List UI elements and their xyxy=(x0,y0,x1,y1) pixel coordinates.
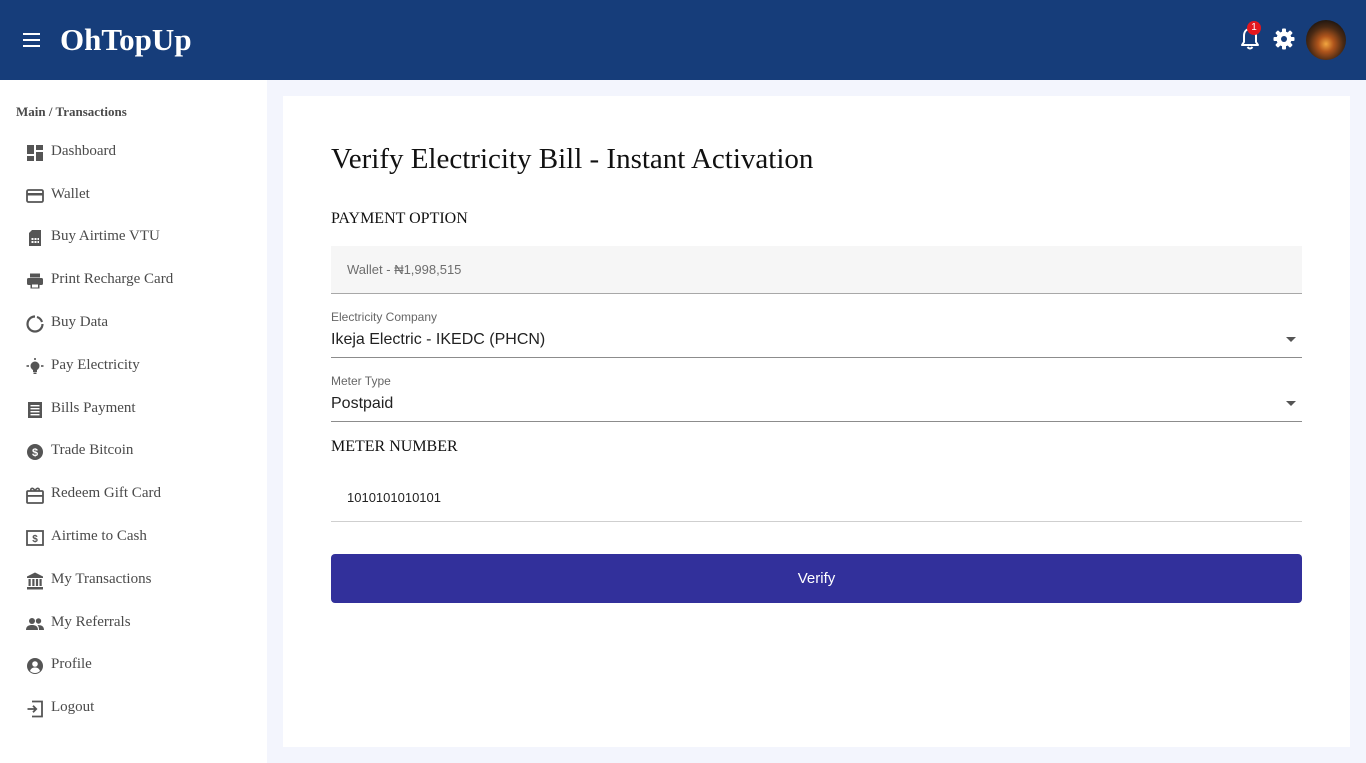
sidebar-item-airtime-to-cash[interactable]: $ Airtime to Cash xyxy=(16,520,256,556)
caret-down-icon xyxy=(1286,337,1296,342)
meter-type-label: Meter Type xyxy=(331,374,391,388)
meter-number-label: METER NUMBER xyxy=(331,438,458,455)
meter-type-select[interactable]: Meter Type Postpaid xyxy=(331,374,1302,422)
data-usage-icon xyxy=(26,315,44,333)
sidebar-item-label: Buy Airtime VTU xyxy=(51,228,160,244)
sidebar-item-label: Buy Data xyxy=(51,314,109,330)
gift-card-icon xyxy=(26,486,44,504)
electricity-company-value: Ikeja Electric - IKEDC (PHCN) xyxy=(331,331,546,348)
sidebar-item-profile[interactable]: Profile xyxy=(16,648,256,684)
sidebar-item-trade-bitcoin[interactable]: $ Trade Bitcoin xyxy=(16,434,256,470)
sidebar-item-label: Dashboard xyxy=(51,143,116,159)
notification-badge: 1 xyxy=(1247,21,1261,35)
sidebar-item-label: Bills Payment xyxy=(51,400,136,416)
sidebar-item-buy-data[interactable]: Buy Data xyxy=(16,306,256,342)
verify-button[interactable]: Verify xyxy=(331,554,1302,603)
brand-logo[interactable]: OhTopUp xyxy=(60,20,192,60)
avatar[interactable] xyxy=(1306,20,1346,60)
sidebar-item-label: Trade Bitcoin xyxy=(51,442,134,458)
gear-icon[interactable] xyxy=(1272,27,1296,51)
account-circle-icon xyxy=(26,657,44,675)
meter-number-input[interactable] xyxy=(331,472,1302,522)
sidebar-item-label: Airtime to Cash xyxy=(51,528,147,544)
caret-down-icon xyxy=(1286,401,1296,406)
sidebar-item-label: Profile xyxy=(51,656,92,672)
dollar-coin-icon: $ xyxy=(26,443,44,461)
sidebar-item-label: Logout xyxy=(51,699,95,715)
electricity-company-label: Electricity Company xyxy=(331,310,438,324)
sidebar-item-bills-payment[interactable]: Bills Payment xyxy=(16,392,256,428)
dashboard-icon xyxy=(26,144,44,162)
bank-icon xyxy=(26,572,44,590)
app-bar xyxy=(0,0,1366,80)
people-icon xyxy=(26,615,44,633)
logout-icon xyxy=(26,700,44,718)
receipt-icon xyxy=(26,401,44,419)
sidebar-item-my-transactions[interactable]: My Transactions xyxy=(16,563,256,599)
payment-option-label: PAYMENT OPTION xyxy=(331,210,468,227)
payment-option-select[interactable]: Wallet - ₦1,998,515 xyxy=(331,246,1302,294)
sidebar-item-label: My Referrals xyxy=(51,614,131,630)
credit-card-icon xyxy=(26,187,44,205)
page-title: Verify Electricity Bill - Instant Activa… xyxy=(331,143,814,175)
sidebar-item-redeem-gift-card[interactable]: Redeem Gift Card xyxy=(16,477,256,513)
payment-option-value: Wallet - ₦1,998,515 xyxy=(347,262,462,277)
breadcrumb: Main / Transactions xyxy=(16,104,127,119)
money-icon: $ xyxy=(26,529,44,547)
meter-type-value: Postpaid xyxy=(331,395,394,412)
sidebar-item-label: My Transactions xyxy=(51,571,152,587)
electricity-company-select[interactable]: Electricity Company Ikeja Electric - IKE… xyxy=(331,310,1302,358)
sidebar-item-dashboard[interactable]: Dashboard xyxy=(16,135,256,171)
svg-text:$: $ xyxy=(32,447,38,459)
sidebar-item-label: Pay Electricity xyxy=(51,357,140,373)
sidebar-item-label: Redeem Gift Card xyxy=(51,485,161,501)
svg-text:$: $ xyxy=(32,534,38,545)
sim-card-icon xyxy=(26,229,44,247)
sidebar-item-wallet[interactable]: Wallet xyxy=(16,178,256,214)
sidebar-item-label: Wallet xyxy=(51,186,90,202)
sidebar-item-label: Print Recharge Card xyxy=(51,271,174,287)
sidebar-item-buy-airtime-vtu[interactable]: Buy Airtime VTU xyxy=(16,220,256,256)
printer-icon xyxy=(26,272,44,290)
sidebar-item-logout[interactable]: Logout xyxy=(16,691,256,727)
sidebar-item-my-referrals[interactable]: My Referrals xyxy=(16,606,256,642)
menu-icon[interactable] xyxy=(20,28,44,52)
sidebar-item-print-recharge-card[interactable]: Print Recharge Card xyxy=(16,263,256,299)
light-bulb-icon xyxy=(26,358,44,376)
sidebar-item-pay-electricity[interactable]: Pay Electricity xyxy=(16,349,256,385)
